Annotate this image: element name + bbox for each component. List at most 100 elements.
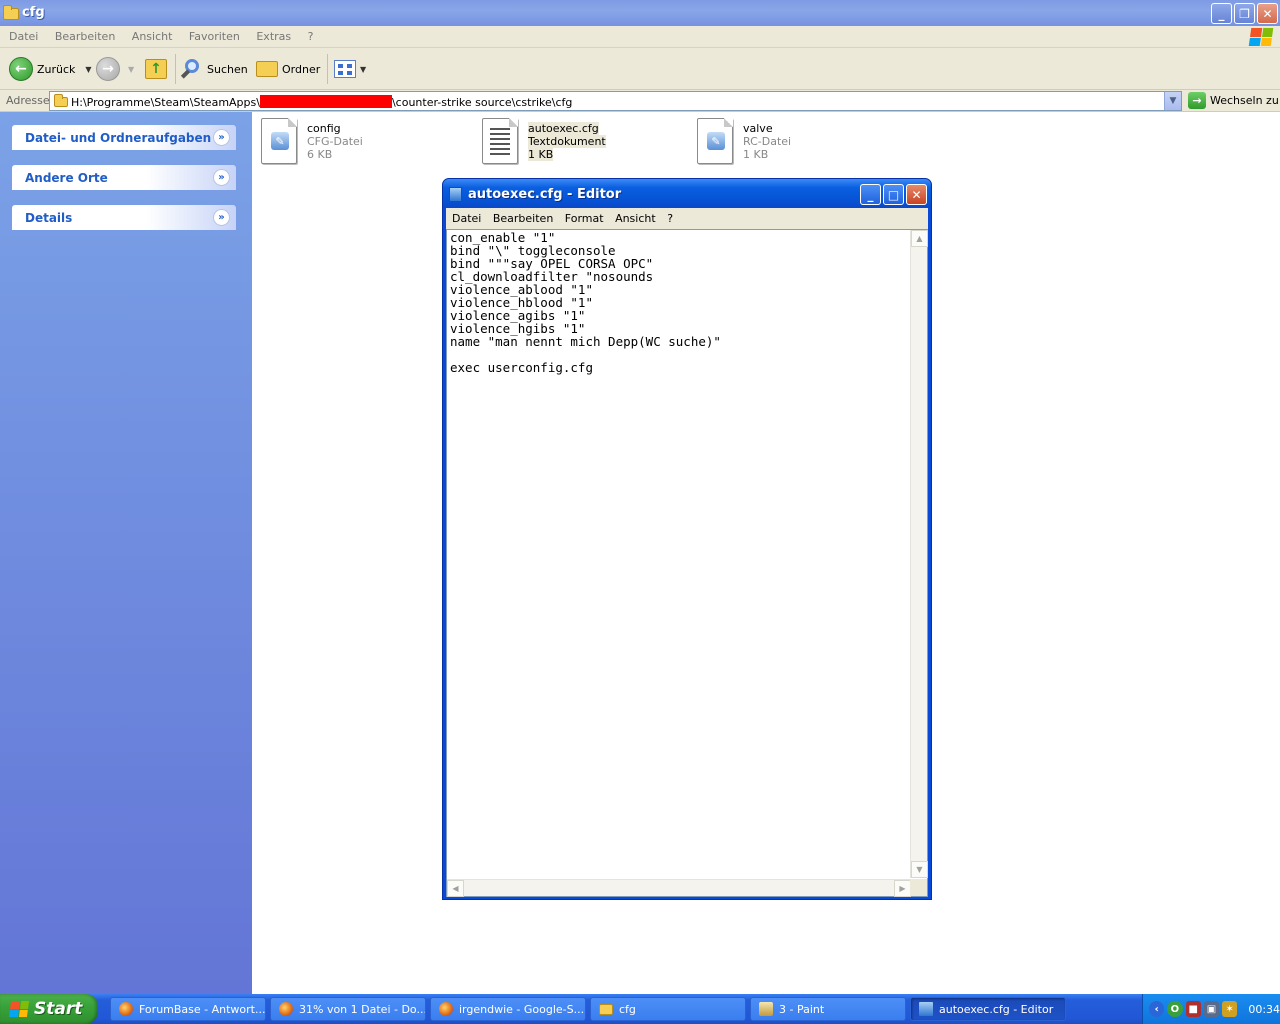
- search-icon: [180, 58, 203, 80]
- notepad-icon: [919, 1002, 933, 1016]
- explorer-toolbar: ← Zurück ▼ → ▼ ↑ Suchen Ordner ▼: [0, 48, 1280, 90]
- scroll-left-icon[interactable]: ◀: [447, 880, 464, 897]
- go-arrow-icon: →: [1188, 92, 1206, 109]
- task-google[interactable]: irgendwie - Google-S...: [430, 997, 586, 1021]
- file-type: Textdokument: [528, 135, 606, 148]
- close-button[interactable]: ✕: [1257, 3, 1278, 24]
- taskbar: Start ForumBase - Antwort... 31% von 1 D…: [0, 994, 1280, 1024]
- back-button[interactable]: ← Zurück ▼: [9, 56, 92, 82]
- clock: 00:34: [1248, 1002, 1280, 1016]
- taskpane-other-places[interactable]: Andere Orte »: [12, 165, 236, 190]
- address-bar: Adresse H:\Programme\Steam\SteamApps\ \co…: [0, 90, 1280, 112]
- forward-button[interactable]: → ▼: [96, 56, 134, 82]
- go-button[interactable]: → Wechseln zu: [1188, 92, 1279, 109]
- firefox-icon: [119, 1002, 133, 1016]
- notepad-content[interactable]: con_enable "1" bind "\" toggleconsole bi…: [450, 231, 910, 374]
- notepad-menubar: Datei Bearbeiten Format Ansicht ?: [446, 208, 928, 229]
- tray-antivirus-icon[interactable]: ■: [1185, 1001, 1201, 1017]
- menu-datei[interactable]: Datei: [452, 208, 481, 225]
- notepad-icon: [449, 187, 462, 202]
- folder-icon: [54, 94, 68, 107]
- start-label: Start: [34, 999, 83, 1019]
- views-button[interactable]: ▼: [334, 56, 366, 82]
- address-dropdown-button[interactable]: ▼: [1164, 92, 1181, 110]
- task-notepad[interactable]: autoexec.cfg - Editor: [910, 997, 1066, 1021]
- restore-button[interactable]: ❐: [1234, 3, 1255, 24]
- menu-help[interactable]: ?: [667, 208, 673, 225]
- up-button[interactable]: ↑: [145, 56, 167, 82]
- file-name: config: [307, 122, 341, 135]
- scroll-up-icon[interactable]: ▲: [911, 230, 928, 247]
- vertical-scrollbar[interactable]: ▲ ▼: [910, 230, 928, 878]
- back-arrow-icon: ←: [9, 57, 33, 81]
- menu-format[interactable]: Format: [565, 208, 604, 225]
- file-item-valve[interactable]: ✎ valve RC-Datei 1 KB: [695, 118, 791, 166]
- menu-bearbeiten[interactable]: Bearbeiten: [493, 208, 553, 225]
- chevron-double-down-icon[interactable]: »: [213, 129, 230, 146]
- menu-datei[interactable]: Datei: [9, 26, 38, 43]
- chevron-down-icon: ▼: [1169, 96, 1177, 106]
- views-icon: [334, 60, 356, 78]
- forward-arrow-icon: →: [96, 57, 120, 81]
- notepad-titlebar[interactable]: autoexec.cfg - Editor _ □ ✕: [443, 179, 931, 208]
- minimize-button[interactable]: _: [860, 184, 881, 205]
- search-label: Suchen: [207, 62, 248, 76]
- back-label: Zurück: [37, 62, 76, 76]
- notepad-text-area[interactable]: con_enable "1" bind "\" toggleconsole bi…: [446, 229, 928, 897]
- address-input[interactable]: H:\Programme\Steam\SteamApps\ \counter-st…: [49, 91, 1182, 111]
- task-forumbase[interactable]: ForumBase - Antwort...: [110, 997, 266, 1021]
- address-path: H:\Programme\Steam\SteamApps\ \counter-st…: [71, 95, 573, 109]
- minimize-button[interactable]: _: [1211, 3, 1232, 24]
- file-name: valve: [743, 122, 773, 135]
- tray-expand-icon[interactable]: ‹: [1149, 1001, 1165, 1017]
- go-label: Wechseln zu: [1210, 94, 1279, 107]
- file-item-autoexec[interactable]: autoexec.cfg Textdokument 1 KB: [480, 118, 606, 166]
- task-paint[interactable]: 3 - Paint: [750, 997, 906, 1021]
- chevron-down-icon: ▼: [128, 64, 135, 74]
- firefox-icon: [279, 1002, 293, 1016]
- menu-bearbeiten[interactable]: Bearbeiten: [55, 26, 115, 43]
- cfg-file-icon: ✎: [259, 118, 299, 166]
- folders-icon: [256, 61, 278, 77]
- scroll-down-icon[interactable]: ▼: [911, 861, 928, 878]
- taskpane-details[interactable]: Details »: [12, 205, 236, 230]
- tray-app-icon[interactable]: O: [1167, 1001, 1183, 1017]
- menu-ansicht[interactable]: Ansicht: [132, 26, 173, 43]
- explorer-menubar: Datei Bearbeiten Ansicht Favoriten Extra…: [0, 26, 1280, 48]
- folder-icon: [599, 1003, 613, 1015]
- explorer-title: cfg: [22, 5, 45, 20]
- resize-grip-icon[interactable]: [910, 879, 927, 896]
- windows-logo-icon: [1248, 28, 1274, 46]
- explorer-titlebar[interactable]: cfg _ ❐ ✕: [0, 0, 1280, 26]
- tray-network-icon[interactable]: ▣: [1203, 1001, 1220, 1017]
- file-size: 6 KB: [307, 148, 333, 161]
- menu-favoriten[interactable]: Favoriten: [189, 26, 240, 43]
- file-item-config[interactable]: ✎ config CFG-Datei 6 KB: [259, 118, 363, 166]
- menu-extras[interactable]: Extras: [256, 26, 291, 43]
- notepad-window: autoexec.cfg - Editor _ □ ✕ Datei Bearbe…: [442, 178, 932, 900]
- chevron-double-down-icon[interactable]: »: [213, 209, 230, 226]
- tray-accessibility-icon[interactable]: ✶: [1222, 1001, 1238, 1017]
- chevron-double-down-icon[interactable]: »: [213, 169, 230, 186]
- notepad-title: autoexec.cfg - Editor: [468, 187, 622, 202]
- horizontal-scrollbar[interactable]: ◀ ▶: [447, 879, 911, 897]
- folder-icon: [3, 5, 19, 20]
- search-button[interactable]: Suchen: [180, 56, 248, 82]
- task-cfg[interactable]: cfg: [590, 997, 746, 1021]
- chevron-down-icon: ▼: [85, 64, 92, 74]
- start-button[interactable]: Start: [0, 994, 98, 1024]
- taskpane-file-folder-tasks[interactable]: Datei- und Ordneraufgaben »: [12, 125, 236, 150]
- scroll-right-icon[interactable]: ▶: [894, 880, 911, 897]
- folders-button[interactable]: Ordner: [256, 56, 320, 82]
- chevron-down-icon: ▼: [360, 64, 367, 74]
- menu-ansicht[interactable]: Ansicht: [615, 208, 656, 225]
- folder-up-icon: ↑: [145, 59, 167, 79]
- system-tray: ‹ O ■ ▣ ✶ 00:34: [1142, 994, 1280, 1024]
- maximize-button[interactable]: □: [883, 184, 904, 205]
- file-type: RC-Datei: [743, 135, 792, 148]
- menu-help[interactable]: ?: [308, 26, 314, 43]
- firefox-icon: [439, 1002, 453, 1016]
- task-pane: Datei- und Ordneraufgaben » Andere Orte …: [0, 112, 252, 994]
- close-button[interactable]: ✕: [906, 184, 927, 205]
- task-download[interactable]: 31% von 1 Datei - Do...: [270, 997, 426, 1021]
